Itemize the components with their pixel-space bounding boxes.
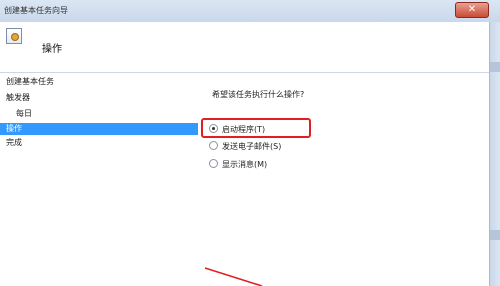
annotation-arrow-icon — [204, 267, 263, 286]
